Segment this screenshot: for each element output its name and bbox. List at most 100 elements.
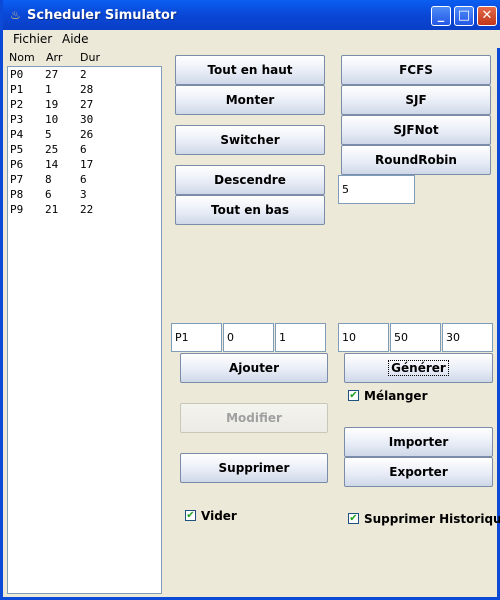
process-name: P9 <box>10 203 24 216</box>
process-duration: 26 <box>80 128 94 141</box>
process-name: P1 <box>10 83 24 96</box>
monter-label: Monter <box>225 93 275 107</box>
process-table-header: Nom Arr Dur <box>7 50 163 66</box>
process-arrival: 25 <box>45 143 59 156</box>
roundrobin-label: RoundRobin <box>375 153 457 167</box>
list-item[interactable]: P0 27 2 <box>8 68 158 83</box>
process-name: P0 <box>10 68 24 81</box>
sjf-label: SJF <box>405 93 427 107</box>
process-arrival: 5 <box>45 128 52 141</box>
supprimer-button[interactable]: Supprimer <box>180 453 328 483</box>
maximize-button[interactable]: □ <box>454 6 474 26</box>
main-window: ♨ Scheduler Simulator _ □ ✕ Fichier Aide… <box>0 0 500 600</box>
process-list[interactable]: P0 27 2 P1 1 28 P2 19 27 P3 10 30 P4 5 26 P5 25 6 P6… <box>7 66 162 594</box>
roundrobin-button[interactable]: RoundRobin <box>341 145 491 175</box>
list-item[interactable]: P6 14 17 <box>8 158 158 173</box>
supprimer-historique-label: Supprimer Historique <box>364 512 500 526</box>
list-item[interactable]: P2 19 27 <box>8 98 158 113</box>
importer-label: Importer <box>388 435 449 449</box>
process-arrival: 10 <box>45 113 59 126</box>
minimize-button[interactable]: _ <box>431 6 451 26</box>
generate-max-arrival-input[interactable] <box>390 323 441 352</box>
tout-en-bas-button[interactable]: Tout en bas <box>175 195 325 225</box>
process-name: P8 <box>10 188 24 201</box>
exporter-label: Exporter <box>389 465 448 479</box>
sjf-button[interactable]: SJF <box>341 85 491 115</box>
melanger-check-icon: ✔ <box>348 390 359 401</box>
vider-check-icon: ✔ <box>185 510 196 521</box>
process-name: P4 <box>10 128 24 141</box>
list-item[interactable]: P3 10 30 <box>8 113 158 128</box>
minimize-icon: _ <box>437 8 445 23</box>
list-item[interactable]: P8 6 3 <box>8 188 158 203</box>
process-arrival: 1 <box>45 83 52 96</box>
process-duration: 2 <box>80 68 87 81</box>
list-item[interactable]: P1 1 28 <box>8 83 158 98</box>
fcfs-label: FCFS <box>399 63 433 77</box>
modifier-label: Modifier <box>226 411 282 425</box>
java-cup-icon: ♨ <box>10 8 21 22</box>
list-item[interactable]: P4 5 26 <box>8 128 158 143</box>
exporter-button[interactable]: Exporter <box>344 457 493 487</box>
process-duration: 30 <box>80 113 94 126</box>
menu-bar: Fichier Aide <box>6 30 500 48</box>
tout-en-haut-label: Tout en haut <box>207 63 293 77</box>
title-bar[interactable]: ♨ Scheduler Simulator _ □ ✕ <box>3 0 500 30</box>
process-name: P2 <box>10 98 24 111</box>
quantum-input[interactable] <box>338 175 415 204</box>
window-title: Scheduler Simulator <box>27 8 177 23</box>
process-name: P6 <box>10 158 24 171</box>
monter-button[interactable]: Monter <box>175 85 325 115</box>
maximize-icon: □ <box>457 8 471 23</box>
process-arrival: 6 <box>45 188 52 201</box>
menu-aide[interactable]: Aide <box>62 32 89 46</box>
close-icon: ✕ <box>481 8 493 23</box>
ajouter-label: Ajouter <box>229 361 279 375</box>
close-button[interactable]: ✕ <box>477 6 497 26</box>
column-header-nom: Nom <box>9 51 35 64</box>
sjfnot-label: SJFNot <box>393 123 439 137</box>
importer-button[interactable]: Importer <box>344 427 493 457</box>
process-duration: 17 <box>80 158 94 171</box>
menu-fichier[interactable]: Fichier <box>13 32 52 46</box>
descendre-button[interactable]: Descendre <box>175 165 325 195</box>
process-name: P3 <box>10 113 24 126</box>
process-name: P7 <box>10 173 24 186</box>
generate-count-input[interactable] <box>338 323 389 352</box>
descendre-label: Descendre <box>214 173 286 187</box>
process-duration: 28 <box>80 83 94 96</box>
switcher-label: Switcher <box>220 133 280 147</box>
list-item[interactable]: P7 8 6 <box>8 173 158 188</box>
process-duration: 6 <box>80 143 87 156</box>
process-arrival: 19 <box>45 98 59 111</box>
column-header-arr: Arr <box>46 51 63 64</box>
generate-max-duration-input[interactable] <box>442 323 493 352</box>
melanger-label: Mélanger <box>364 389 428 403</box>
tout-en-bas-label: Tout en bas <box>211 203 289 217</box>
supprimer-label: Supprimer <box>218 461 290 475</box>
list-item[interactable]: P5 25 6 <box>8 143 158 158</box>
process-duration: 27 <box>80 98 94 111</box>
list-item[interactable]: P9 21 22 <box>8 203 158 218</box>
tout-en-haut-button[interactable]: Tout en haut <box>175 55 325 85</box>
ajouter-button[interactable]: Ajouter <box>180 353 328 383</box>
process-arrival: 21 <box>45 203 59 216</box>
modifier-button[interactable]: Modifier <box>180 403 328 433</box>
process-arrival: 8 <box>45 173 52 186</box>
process-name-input[interactable] <box>171 323 222 352</box>
process-arrival: 14 <box>45 158 59 171</box>
switcher-button[interactable]: Switcher <box>175 125 325 155</box>
process-arrival-input[interactable] <box>223 323 274 352</box>
vider-label: Vider <box>201 509 237 523</box>
sjfnot-button[interactable]: SJFNot <box>341 115 491 145</box>
process-name: P5 <box>10 143 24 156</box>
process-duration: 6 <box>80 173 87 186</box>
process-duration: 3 <box>80 188 87 201</box>
generer-label: Générer <box>388 360 449 376</box>
process-duration-input[interactable] <box>275 323 326 352</box>
fcfs-button[interactable]: FCFS <box>341 55 491 85</box>
generer-button[interactable]: Générer <box>344 353 493 383</box>
process-duration: 22 <box>80 203 94 216</box>
process-arrival: 27 <box>45 68 59 81</box>
column-header-dur: Dur <box>80 51 100 64</box>
